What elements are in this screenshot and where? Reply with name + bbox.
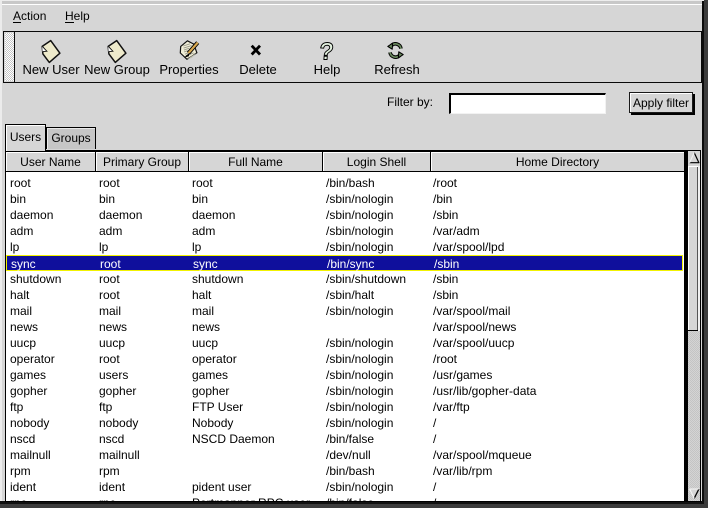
svg-text:?: ? (319, 40, 334, 62)
